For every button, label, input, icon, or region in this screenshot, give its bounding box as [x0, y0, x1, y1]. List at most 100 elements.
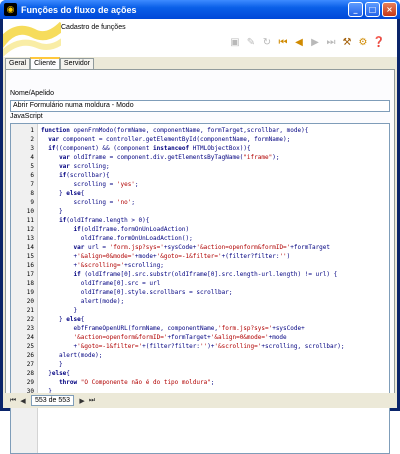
- code-line: 1 function openFrmModo(formName, componen…: [11, 126, 389, 135]
- code-text: }: [41, 361, 63, 368]
- line-number: 11: [26, 217, 34, 224]
- next-record-icon[interactable]: ▶: [308, 36, 322, 50]
- line-number: 18: [26, 280, 34, 287]
- tools-icon[interactable]: ⚒: [340, 36, 354, 50]
- refresh-icon[interactable]: ↻: [260, 36, 274, 50]
- line-number: 29: [26, 379, 34, 386]
- code-line: 6 if(scrollbar){: [11, 171, 389, 180]
- code-line: 26 alert(mode);: [11, 351, 389, 360]
- code-line: 8 } else{: [11, 189, 389, 198]
- code-text: alert(mode);: [41, 298, 125, 305]
- code-text: if(oldIframe.formOnUnLoadAction): [73, 226, 190, 233]
- code-line: 15 +'&align=0&mode='+mode+'&goto=-1&filt…: [11, 252, 389, 261]
- app-icon: ◉: [4, 3, 17, 16]
- record-indicator: 553 de 553: [31, 395, 75, 406]
- settings-icon[interactable]: ⚙: [356, 36, 370, 50]
- maximize-button[interactable]: □: [365, 2, 380, 17]
- close-button[interactable]: ×: [382, 2, 397, 17]
- prev-page-icon[interactable]: ◀: [18, 397, 28, 405]
- line-number: 23: [26, 325, 34, 332]
- toolbar: ▣ ✎ ↻ ⏮ ◀ ▶ ⏭ ⚒ ⚙ ❓: [228, 36, 388, 50]
- status-bar: ⏮ ◀ 553 de 553 ▶ ⏭: [3, 393, 397, 408]
- code-line: 19 oldIframe[0].style.scrollbars = scrol…: [11, 288, 389, 297]
- script-label: JavaScript: [10, 113, 43, 120]
- code-lines: 1 function openFrmModo(formName, componen…: [11, 126, 389, 405]
- line-number: 8: [30, 190, 34, 197]
- code-text: scrolling = 'yes';: [41, 181, 139, 188]
- line-number: 21: [26, 307, 34, 314]
- window-title: Funções do fluxo de ações: [21, 4, 137, 15]
- line-number: 12: [26, 226, 34, 233]
- last-record-icon[interactable]: ⏭: [324, 36, 338, 50]
- code-line: 18 oldIframe[0].src = url: [11, 279, 389, 288]
- last-page-icon[interactable]: ⏭: [87, 396, 97, 405]
- name-field[interactable]: Abrir Formulário numa moldura - Modo: [10, 100, 390, 112]
- line-number: 27: [26, 361, 34, 368]
- tab-geral[interactable]: Geral: [5, 58, 31, 69]
- line-number: 6: [30, 172, 34, 179]
- tab-strip: Geral Cliente Servidor: [5, 57, 94, 69]
- code-text: } else{: [41, 316, 85, 323]
- code-line: 25 +'&goto=-1&filter='+(filter?filter:''…: [11, 342, 389, 351]
- code-text: '&action=openform&formID='+formTarget+'&…: [73, 334, 287, 341]
- minimize-button[interactable]: _: [348, 2, 363, 17]
- line-number: 2: [30, 136, 34, 143]
- code-line: 17 if (oldIframe[0].src.substr(oldIframe…: [11, 270, 389, 279]
- client-area: Cadastro de funções ▣ ✎ ↻ ⏮ ◀ ▶ ⏭ ⚒ ⚙ ❓ …: [3, 19, 397, 454]
- line-number: 9: [30, 199, 34, 206]
- code-text: oldIframe[0].style.scrollbars = scrollba…: [41, 289, 233, 296]
- code-text: function openFrmModo(formName, component…: [41, 127, 309, 134]
- code-text: scrolling = 'no';: [41, 199, 135, 206]
- code-line: 13 oldIframe.formOnUnLoadAction();: [11, 234, 389, 243]
- line-number: 14: [26, 244, 34, 251]
- code-line: 16 +'&scrolling='+scrolling;: [11, 261, 389, 270]
- tab-cliente[interactable]: Cliente: [30, 57, 60, 69]
- line-number: 24: [26, 334, 34, 341]
- code-line: 4 var oldIframe = component.div.getEleme…: [11, 153, 389, 162]
- tab-servidor[interactable]: Servidor: [59, 58, 94, 69]
- code-line: 12 if(oldIframe.formOnUnLoadAction): [11, 225, 389, 234]
- code-text: var oldIframe = component.div.getElement…: [59, 154, 280, 161]
- line-number: 4: [30, 154, 34, 161]
- code-text: if (oldIframe[0].src.substr(oldIframe[0]…: [73, 271, 338, 278]
- code-text: if((component) && (component instanceof …: [48, 145, 251, 152]
- code-text: } else{: [41, 190, 85, 197]
- code-line: 7 scrolling = 'yes';: [11, 180, 389, 189]
- first-record-icon[interactable]: ⏮: [276, 36, 290, 50]
- help-icon[interactable]: ❓: [372, 36, 386, 50]
- code-line: 9 scrolling = 'no';: [11, 198, 389, 207]
- code-text: +'&align=0&mode='+mode+'&goto=-1&filter=…: [41, 253, 291, 260]
- code-line: 3 if((component) && (component instanceo…: [11, 144, 389, 153]
- code-text: var url = 'form.jsp?sys='+sysCode+'&acti…: [73, 244, 331, 251]
- code-line: 27 }: [11, 360, 389, 369]
- previous-record-icon[interactable]: ◀: [292, 36, 306, 50]
- code-text: }: [41, 307, 78, 314]
- code-line: 14 var url = 'form.jsp?sys='+sysCode+'&a…: [11, 243, 389, 252]
- code-text: oldIframe[0].src = url: [41, 280, 161, 287]
- next-page-icon[interactable]: ▶: [77, 397, 87, 405]
- code-text: +'&goto=-1&filter='+(filter?filter:'')+'…: [41, 343, 345, 350]
- code-line: 20 alert(mode);: [11, 297, 389, 306]
- line-number: 22: [26, 316, 34, 323]
- code-line: 10 }: [11, 207, 389, 216]
- title-bar[interactable]: ◉ Funções do fluxo de ações _ □ ×: [0, 0, 400, 19]
- code-text: if(scrollbar){: [59, 172, 110, 179]
- line-number: 20: [26, 298, 34, 305]
- first-page-icon[interactable]: ⏮: [8, 396, 18, 405]
- code-line: 5 var scrolling;: [11, 162, 389, 171]
- line-number: 16: [26, 262, 34, 269]
- app-window: ◉ Funções do fluxo de ações _ □ × Cadast…: [0, 0, 400, 454]
- code-text: }else{: [41, 370, 70, 377]
- line-number: 1: [30, 127, 34, 134]
- form-header: Cadastro de funções ▣ ✎ ↻ ⏮ ◀ ▶ ⏭ ⚒ ⚙ ❓: [3, 19, 397, 57]
- code-text: ebfFrameOpenURL(formName, componentName,…: [41, 325, 305, 332]
- code-text: var scrolling;: [59, 163, 110, 170]
- tab-panel: Nome/Apelido Abrir Formulário numa moldu…: [5, 69, 395, 454]
- code-text: var component = controller.getElementByI…: [48, 136, 291, 143]
- logo-icon: [3, 19, 61, 57]
- delete-icon[interactable]: ✎: [244, 36, 258, 50]
- line-number: 26: [26, 352, 34, 359]
- code-line: 21 }: [11, 306, 389, 315]
- save-icon[interactable]: ▣: [228, 36, 242, 50]
- code-line: 24 '&action=openform&formID='+formTarget…: [11, 333, 389, 342]
